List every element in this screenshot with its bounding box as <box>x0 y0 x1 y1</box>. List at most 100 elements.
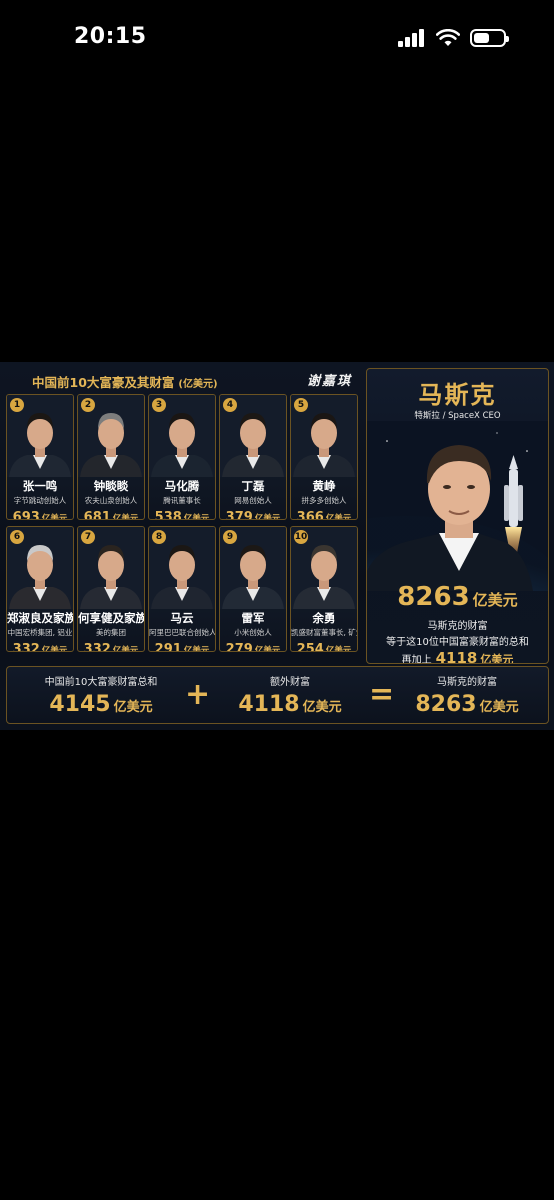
wealth-equation: 中国前10大富豪财富总和 4145 亿美元 + 额外财富 4118 亿美元 = 马斯… <box>6 666 549 724</box>
person-card: 9 雷军小米创始人 279 亿美元 <box>219 526 287 652</box>
author-signature: 谢嘉琪 <box>306 374 352 389</box>
wealth-unit: 亿美元 <box>254 514 281 520</box>
infographic-title: 中国前10大富豪及其财富 (亿美元) <box>32 375 218 390</box>
title-unit: (亿美元) <box>178 379 218 390</box>
person-card: 3 马化腾 腾讯董事长 538 亿美元 <box>148 394 216 520</box>
person-card: 6 郑淑良及家族 中国宏桥集团, 铝业 332 亿美元 <box>6 526 74 652</box>
person-name: 黄峥 <box>312 479 336 493</box>
wealth-value: 366 <box>296 510 324 520</box>
wealth-value: 279 <box>225 642 253 652</box>
person-role: 中国宏桥集团, 铝业 <box>7 628 73 637</box>
wealth-value: 291 <box>154 642 182 652</box>
person-role: 小米创始人 <box>234 628 272 637</box>
equation-right-value: 8263 亿美元 <box>415 692 519 717</box>
rank-badge: 2 <box>81 398 95 412</box>
wealth-value: 538 <box>154 510 182 520</box>
musk-extra: 再加上 4118 亿美元 <box>367 648 548 664</box>
wifi-icon <box>436 29 460 46</box>
person-role: 字节跳动创始人 <box>13 496 67 505</box>
wealth-unit: 亿美元 <box>254 646 281 652</box>
person-card: 5 黄峥 拼多多创始人 366 亿美元 <box>290 394 358 520</box>
person-name: 余勇 <box>312 611 336 625</box>
wealth-unit: 亿美元 <box>112 514 139 520</box>
status-icons <box>398 26 509 50</box>
person-wealth: 538 亿美元 <box>149 506 215 520</box>
person-card: 10 余勇 凯盛财富董事长, 矿业 254 亿美元 <box>290 526 358 652</box>
wealth-value: 681 <box>83 510 111 520</box>
rank-badge: 4 <box>223 398 237 412</box>
wealth-unit: 亿美元 <box>112 646 139 652</box>
rank-badge: 1 <box>10 398 24 412</box>
musk-extra-value: 4118 <box>435 649 478 664</box>
person-card: 7 何享健及家族 美的集团 332 亿美元 <box>77 526 145 652</box>
musk-portrait <box>367 421 548 591</box>
wealth-value: 332 <box>83 642 111 652</box>
person-role: 网易创始人 <box>234 496 272 505</box>
clock: 20:15 <box>74 24 147 49</box>
person-name: 郑淑良及家族 <box>7 611 74 625</box>
person-wealth: 693 亿美元 <box>7 506 73 520</box>
equation-left-label: 中国前10大富豪财富总和 <box>44 677 158 688</box>
wealth-unit: 亿美元 <box>183 514 210 520</box>
equation-mid-value: 4118 亿美元 <box>238 692 342 717</box>
person-wealth: 291 亿美元 <box>149 638 215 652</box>
person-name: 钟睒睒 <box>93 479 129 493</box>
person-name: 马云 <box>170 611 194 625</box>
plus-sign: + <box>185 677 211 712</box>
person-card: 2 钟睒睒 农夫山泉创始人 681 亿美元 <box>77 394 145 520</box>
wealth-value: 332 <box>12 642 40 652</box>
equation-right-label: 马斯克的财富 <box>437 677 497 688</box>
musk-extra-label: 再加上 <box>401 655 432 664</box>
person-role: 阿里巴巴联合创始人 <box>149 628 216 637</box>
wealth-value: 254 <box>296 642 324 652</box>
person-card: 1 张一鸣 字节跳动创始人 693 亿美元 <box>6 394 74 520</box>
person-role: 拼多多创始人 <box>301 496 347 505</box>
title-row: 中国前10大富豪及其财富 (亿美元) 谢嘉琪 <box>8 370 358 392</box>
rank-badge: 9 <box>223 530 237 544</box>
wealth-unit: 亿美元 <box>41 514 68 520</box>
person-wealth: 681 亿美元 <box>78 506 144 520</box>
rank-badge: 5 <box>294 398 308 412</box>
equation-right: 马斯克的财富 8263 亿美元 <box>395 673 539 717</box>
person-wealth: 379 亿美元 <box>220 506 286 520</box>
person-wealth: 332 亿美元 <box>7 638 73 652</box>
rank-badge: 10 <box>294 530 308 544</box>
wealth-unit: 亿美元 <box>325 514 352 520</box>
person-name: 雷军 <box>241 611 265 625</box>
person-name: 丁磊 <box>241 479 265 493</box>
person-name: 何享健及家族 <box>78 611 145 625</box>
person-name: 马化腾 <box>164 479 200 493</box>
equals-sign: = <box>369 677 395 712</box>
musk-extra-unit: 亿美元 <box>480 653 514 664</box>
person-card: 8 马云 阿里巴巴联合创始人 291 亿美元 <box>148 526 216 652</box>
equation-mid-label: 额外财富 <box>270 677 310 688</box>
cellular-signal-icon <box>398 29 424 47</box>
musk-caption-2: 等于这10位中国富豪财富的总和 <box>386 637 529 648</box>
infographic-image[interactable]: 中国前10大富豪及其财富 (亿美元) 谢嘉琪 1 张一鸣 字节跳动创始人 693 亿美元 2… <box>0 362 554 730</box>
equation-middle: 额外财富 4118 亿美元 <box>215 673 365 717</box>
wealth-unit: 亿美元 <box>41 646 68 652</box>
musk-wealth-unit: 亿美元 <box>472 591 518 609</box>
person-wealth: 366 亿美元 <box>291 506 357 520</box>
rank-badge: 8 <box>152 530 166 544</box>
person-wealth: 332 亿美元 <box>78 638 144 652</box>
musk-name: 马斯克 <box>418 381 497 409</box>
musk-wealth-value: 8263 <box>397 582 470 612</box>
wealth-unit: 亿美元 <box>325 646 352 652</box>
person-role: 腾讯董事长 <box>163 496 201 505</box>
rank-badge: 7 <box>81 530 95 544</box>
musk-panel: 马斯克 特斯拉 / SpaceX CEO 8263 亿美元 马斯克的财富 等于这1… <box>366 368 549 664</box>
person-name: 张一鸣 <box>22 479 58 493</box>
battery-level <box>474 33 489 43</box>
musk-caption-1: 马斯克的财富 <box>427 621 488 632</box>
battery-icon <box>470 29 509 47</box>
status-bar: 20:15 <box>0 0 554 76</box>
wealth-value: 379 <box>225 510 253 520</box>
wealth-value: 693 <box>12 510 40 520</box>
rank-badge: 3 <box>152 398 166 412</box>
person-role: 美的集团 <box>96 628 126 637</box>
musk-wealth: 8263 亿美元 <box>367 582 548 612</box>
wealth-unit: 亿美元 <box>183 646 210 652</box>
equation-left: 中国前10大富豪财富总和 4145 亿美元 <box>21 673 181 717</box>
rich-list-grid: 1 张一鸣 字节跳动创始人 693 亿美元 2 钟睒睒 农夫山泉创始人 681 亿美元 3 马化腾 腾讯… <box>6 394 362 658</box>
